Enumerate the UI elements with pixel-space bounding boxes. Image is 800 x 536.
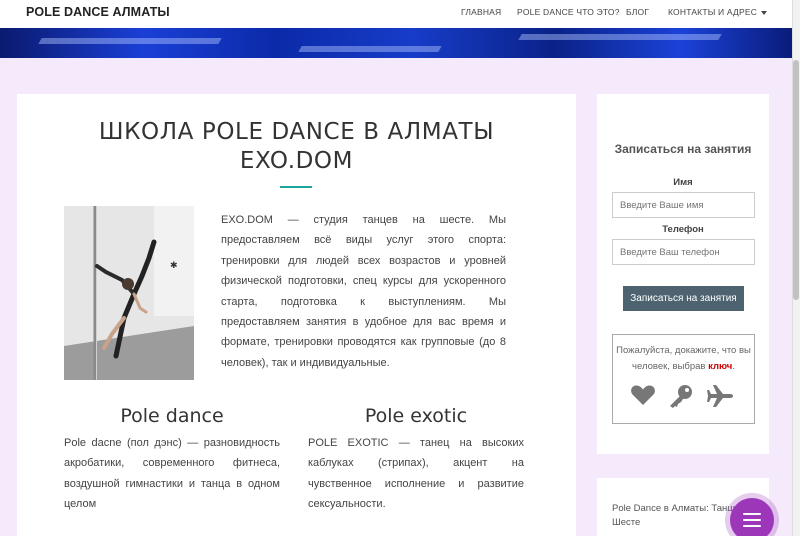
heart-icon[interactable] xyxy=(630,384,656,411)
hamburger-icon-bar xyxy=(743,525,761,527)
signup-title: Записаться на занятия xyxy=(614,142,752,156)
name-input[interactable] xyxy=(612,192,755,218)
signup-submit-button[interactable]: Записаться на занятия xyxy=(623,286,744,311)
top-navbar: POLE DANCE АЛМАТЫ ГЛАВНАЯ POLE DANCE ЧТО… xyxy=(0,0,792,28)
key-icon[interactable] xyxy=(668,384,694,413)
captcha-prompt-end: . xyxy=(732,361,735,372)
nav-item-blog[interactable]: БЛОГ xyxy=(626,7,649,17)
title-divider xyxy=(280,186,312,188)
hamburger-icon-bar xyxy=(743,519,761,521)
nav-item-contacts[interactable]: КОНТАКТЫ И АДРЕС xyxy=(668,7,768,17)
name-label: Имя xyxy=(673,177,693,188)
pole-dancer-photo: ✱ xyxy=(64,206,194,380)
section-text-pole-exotic: POLE EXOTIC — танец на высоких каблуках … xyxy=(308,437,524,511)
svg-text:✱: ✱ xyxy=(170,261,178,271)
signup-widget: Записаться на занятия Имя Телефон Записа… xyxy=(597,94,769,454)
hamburger-icon xyxy=(743,513,761,515)
nav-item-what-is-pole-dance[interactable]: POLE DANCE ЧТО ЭТО? xyxy=(517,7,620,17)
phone-label: Телефон xyxy=(662,224,704,235)
nav-item-contacts-label: КОНТАКТЫ И АДРЕС xyxy=(668,7,758,17)
phone-input[interactable] xyxy=(612,239,755,265)
section-text-pole-dance: Pole dacne (пол дэнс) — разновидность ак… xyxy=(64,437,280,511)
captcha-box: Пожалуйста, докажите, что вы человек, вы… xyxy=(612,334,755,424)
scrollbar-thumb[interactable] xyxy=(793,60,799,300)
airplane-icon[interactable] xyxy=(706,384,734,413)
captcha-prompt: Пожалуйста, докажите, что вы человек, вы… xyxy=(613,343,754,375)
site-brand[interactable]: POLE DANCE АЛМАТЫ xyxy=(26,5,170,19)
section-heading-pole-exotic: Pole exotic xyxy=(364,405,468,427)
nav-item-home[interactable]: ГЛАВНАЯ xyxy=(461,7,501,17)
page-title-line-2: EXO.DOM xyxy=(239,148,354,174)
captcha-key-word: ключ xyxy=(708,361,733,372)
floating-menu-button[interactable] xyxy=(730,498,774,536)
intro-paragraph: EXO.DOM — студия танцев на шесте. Мы пре… xyxy=(221,214,506,369)
main-content: ШКОЛА POLE DANCE В АЛМАТЫ EXO.DOM ✱ EXO.… xyxy=(17,94,576,536)
page-title-line-1: ШКОЛА POLE DANCE В АЛМАТЫ xyxy=(98,119,495,145)
hero-banner xyxy=(0,28,792,58)
section-heading-pole-dance: Pole dance xyxy=(120,405,224,427)
chevron-down-icon xyxy=(761,10,768,15)
